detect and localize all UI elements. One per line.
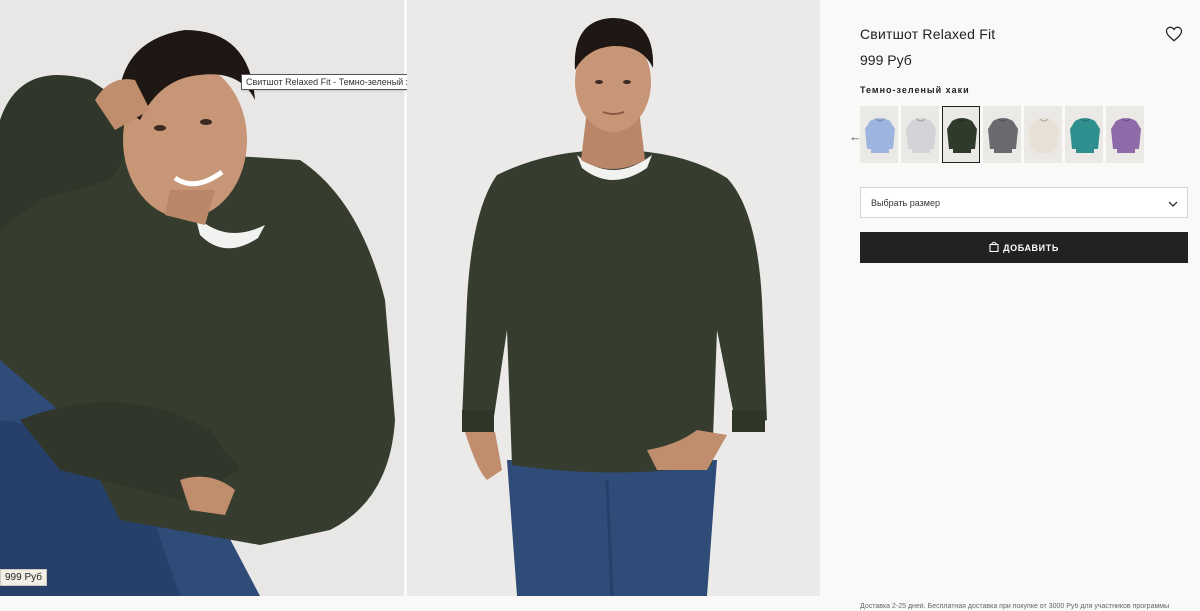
color-swatch[interactable] <box>1024 106 1062 163</box>
image-price-tag: 999 Руб <box>0 569 47 586</box>
heart-outline-icon[interactable] <box>1165 25 1183 43</box>
size-select-label: Выбрать размер <box>871 198 940 208</box>
model-standing-illustration <box>407 0 820 596</box>
color-swatch[interactable] <box>860 106 898 163</box>
product-info-panel: Свитшот Relaxed Fit 999 Руб Темно-зелены… <box>849 0 1190 611</box>
color-swatch[interactable] <box>1065 106 1103 163</box>
sweater-thumbnail-icon <box>988 118 1018 153</box>
color-swatch[interactable] <box>901 106 939 163</box>
sweater-thumbnail-icon <box>906 118 936 153</box>
product-price: 999 Руб <box>860 52 912 68</box>
color-swatch[interactable] <box>983 106 1021 163</box>
sweater-thumbnail-icon <box>1111 118 1141 153</box>
product-photo-standing[interactable] <box>407 0 820 596</box>
size-select-dropdown[interactable]: Выбрать размер <box>860 187 1188 218</box>
color-swatch[interactable] <box>942 106 980 163</box>
add-to-bag-button[interactable]: ДОБАВИТЬ <box>860 232 1188 263</box>
sweater-thumbnail-icon <box>865 118 895 153</box>
chevron-down-icon <box>1167 197 1179 215</box>
shopping-bag-icon <box>989 241 999 254</box>
delivery-note: Доставка 2-25 дней. Бесплатная доставка … <box>860 603 1170 610</box>
color-swatch-list <box>860 106 1144 163</box>
selected-color-label: Темно-зеленый хаки <box>860 85 970 95</box>
color-swatch[interactable] <box>1106 106 1144 163</box>
sweater-thumbnail-icon <box>1029 118 1059 153</box>
add-to-bag-label: ДОБАВИТЬ <box>1003 242 1059 253</box>
sweater-thumbnail-icon <box>947 118 977 153</box>
sweater-thumbnail-icon <box>1070 118 1100 153</box>
product-title: Свитшот Relaxed Fit <box>860 26 996 42</box>
